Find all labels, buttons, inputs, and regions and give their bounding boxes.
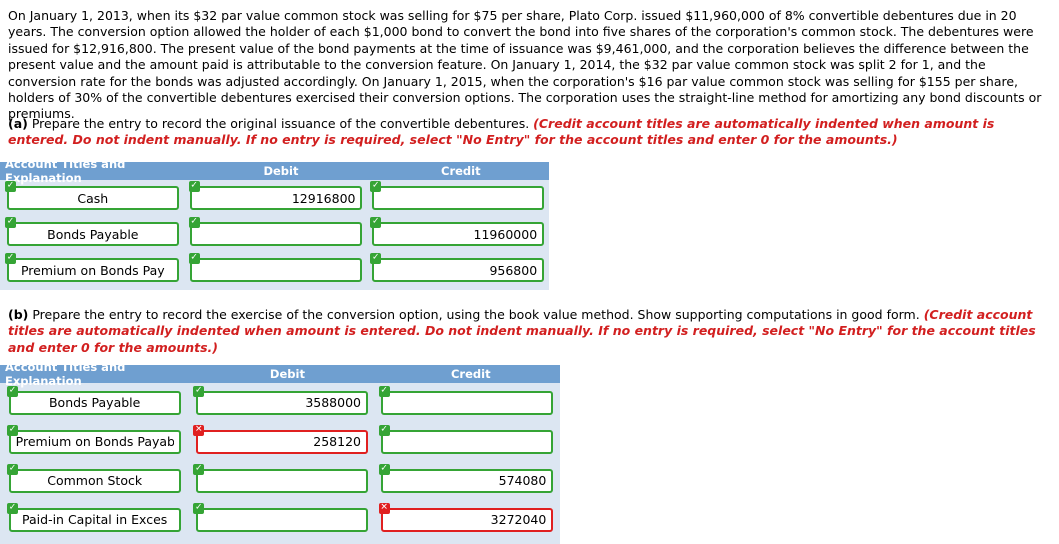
debit-input[interactable]	[196, 429, 368, 454]
part-a-prompt: (a) Prepare the entry to record the orig…	[8, 116, 1053, 149]
account-input[interactable]	[8, 429, 181, 454]
credit-input[interactable]	[381, 468, 554, 493]
account-input[interactable]	[8, 390, 181, 415]
table-a-header-credit: Credit	[441, 164, 481, 178]
credit-input[interactable]	[381, 390, 554, 415]
account-input[interactable]	[6, 258, 179, 282]
table-row: ✓ ✓ ✓	[0, 461, 560, 500]
table-b-row1-debit-cell: ✓	[189, 385, 374, 415]
part-b-prompt: (b) Prepare the entry to record the exer…	[8, 307, 1053, 356]
debit-input[interactable]	[196, 507, 368, 532]
credit-input[interactable]	[372, 186, 545, 210]
table-b-header-debit: Debit	[269, 367, 305, 381]
assignment-page: On January 1, 2013, when its $32 par val…	[0, 0, 1059, 544]
debit-input[interactable]	[196, 468, 368, 493]
table-b-row1-account-cell: ✓	[0, 385, 189, 415]
table-a-row3-account-cell: ✓	[0, 253, 186, 282]
table-a-row1-account-cell: ✓	[0, 181, 186, 210]
part-b-text: Prepare the entry to record the exercise…	[32, 307, 920, 322]
table-a-row1-credit-cell: ✓	[367, 181, 549, 210]
journal-entry-table-a: Account Titles and Explanation Debit Cre…	[0, 157, 549, 290]
table-b-row4-account-cell: ✓	[0, 502, 189, 532]
table-b-header-credit: Credit	[450, 367, 491, 381]
part-a-label: (a)	[8, 116, 28, 131]
table-b-row4-debit-cell: ✓	[189, 502, 374, 532]
table-b-row2-debit-cell: ✕	[189, 424, 374, 454]
table-b-row1-credit-cell: ✓	[375, 385, 560, 415]
table-a-row3-debit-cell: ✓	[186, 253, 368, 282]
account-input[interactable]	[8, 468, 181, 493]
credit-input[interactable]	[381, 507, 554, 532]
debit-input[interactable]	[190, 258, 363, 282]
table-b-row2-account-cell: ✓	[0, 424, 189, 454]
table-a-header-account: Account Titles and Explanation	[5, 157, 126, 185]
table-row: ✓ ✓ ✓	[0, 383, 560, 422]
journal-entry-table-b: Account Titles and Explanation Debit Cre…	[0, 360, 560, 544]
table-b-row4-credit-cell: ✕	[375, 502, 560, 532]
debit-input[interactable]	[190, 186, 363, 210]
table-b-header-row: Account Titles and Explanation Debit Cre…	[0, 360, 560, 388]
table-b-header-account: Account Titles and Explanation	[5, 360, 126, 388]
part-b-label: (b)	[8, 307, 29, 322]
table-row: ✓ ✓ ✓	[0, 252, 549, 288]
table-b-row3-credit-cell: ✓	[375, 463, 560, 493]
account-input[interactable]	[8, 507, 181, 532]
table-b-row3-account-cell: ✓	[0, 463, 189, 493]
credit-input[interactable]	[372, 258, 545, 282]
problem-statement: On January 1, 2013, when its $32 par val…	[8, 8, 1042, 122]
table-a-row2-credit-cell: ✓	[367, 217, 549, 246]
debit-input[interactable]	[196, 390, 368, 415]
debit-input[interactable]	[190, 222, 363, 246]
part-a-text: Prepare the entry to record the original…	[31, 116, 530, 131]
table-a-row3-credit-cell: ✓	[367, 253, 549, 282]
table-row: ✓ ✓ ✓	[0, 216, 549, 252]
account-input[interactable]	[6, 222, 179, 246]
table-b-row3-debit-cell: ✓	[189, 463, 374, 493]
credit-input[interactable]	[381, 429, 554, 454]
credit-input[interactable]	[372, 222, 545, 246]
account-input[interactable]	[6, 186, 179, 210]
table-row: ✓ ✓ ✕	[0, 500, 560, 539]
table-b-row2-credit-cell: ✓	[375, 424, 560, 454]
table-a-row2-debit-cell: ✓	[186, 217, 368, 246]
table-a-row1-debit-cell: ✓	[186, 181, 368, 210]
table-a-row2-account-cell: ✓	[0, 217, 186, 246]
table-row: ✓ ✕ ✓	[0, 422, 560, 461]
table-a-header-debit: Debit	[263, 164, 299, 178]
table-row: ✓ ✓ ✓	[0, 180, 549, 216]
table-a-header-row: Account Titles and Explanation Debit Cre…	[0, 157, 549, 185]
